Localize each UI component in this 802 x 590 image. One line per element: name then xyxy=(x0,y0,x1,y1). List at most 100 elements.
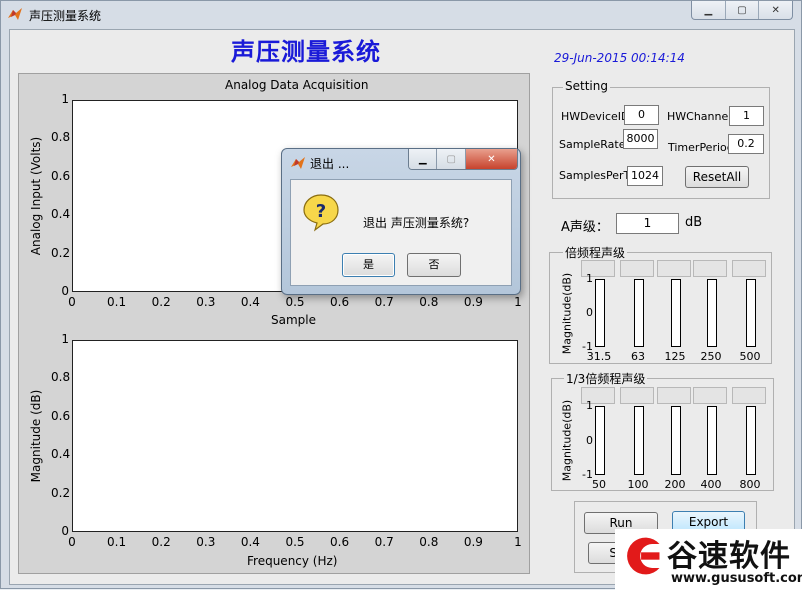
octave-meter-bar xyxy=(746,279,756,347)
dialog-minimize-button[interactable]: ▁ xyxy=(409,149,438,169)
exit-dialog: 退出 ... ▁ ▢ ✕ ? 退出 声压测量系统? 是 否 xyxy=(281,148,521,295)
plot2-ylabel: Magnitude (dB) xyxy=(29,389,43,483)
plot1-xtick: 0.3 xyxy=(196,295,216,309)
plot1-xtick: 1 xyxy=(514,295,522,309)
third_octave-meter-bar xyxy=(671,406,681,475)
maximize-button[interactable]: ▢ xyxy=(726,1,760,19)
plot1-xtick: 0.2 xyxy=(151,295,171,309)
title-bar[interactable]: 声压测量系统 ▁ ▢ ✕ xyxy=(1,1,801,29)
octave-level-box xyxy=(732,260,766,277)
octave-ytick: 0 xyxy=(586,306,593,319)
hw-device-field[interactable]: 0 xyxy=(624,105,659,125)
plot2-ytick: 0.6 xyxy=(51,408,71,423)
plot1-xtick: 0.9 xyxy=(463,295,483,309)
octave-meter-bar xyxy=(634,279,644,347)
datetime-label: 29-Jun-2015 00:14:14 xyxy=(554,51,685,65)
plot1-xtick: 0.7 xyxy=(374,295,394,309)
plot1-ytick: 1 xyxy=(61,92,69,106)
third_octave-ytick: 1 xyxy=(586,399,593,412)
a-level-label: A声级： xyxy=(561,220,609,235)
third_octave-band-label: 100 xyxy=(627,478,649,491)
plot1-xlabel: Sample xyxy=(271,313,316,327)
dialog-close-button[interactable]: ✕ xyxy=(465,149,517,169)
setting-title: Setting xyxy=(563,79,610,93)
plot1-ytick: 0.6 xyxy=(51,168,71,183)
close-icon: ✕ xyxy=(487,153,496,165)
third_octave-level-box xyxy=(657,387,691,404)
third_octave-meter-bar xyxy=(707,406,717,475)
plot1-ytick: 0.2 xyxy=(51,245,71,260)
plot2-xtick: 0.4 xyxy=(240,535,260,549)
third_octave-ytick: 0 xyxy=(586,433,593,447)
reset-all-button[interactable]: ResetAll xyxy=(685,166,749,188)
octave-band-label: 500 xyxy=(739,350,761,363)
octave-band-label: 125 xyxy=(664,350,686,363)
plot2-ytick: 0.8 xyxy=(51,370,71,385)
hw-channel-label: HWChannel xyxy=(667,110,732,123)
watermark-logo-text: 谷速软件 xyxy=(667,539,791,574)
dialog-yes-button[interactable]: 是 xyxy=(342,253,395,277)
samples-per-t-field[interactable]: 1024 xyxy=(627,166,663,186)
watermark-url: www.gususoft.com xyxy=(671,571,802,586)
minimize-icon: ▁ xyxy=(418,153,427,165)
third_octave-band-label: 800 xyxy=(739,478,761,491)
octave-meter-bar xyxy=(671,279,681,347)
question-icon: ? xyxy=(303,194,339,232)
plot1-ytick: 0.8 xyxy=(51,130,71,145)
close-icon: ✕ xyxy=(771,4,780,16)
third_octave-band-label: 400 xyxy=(700,478,722,491)
third_octave-meter-bar xyxy=(746,406,756,475)
third_octave-level-box xyxy=(693,387,727,404)
octave-level-box xyxy=(620,260,654,277)
plot2-xtick: 0.5 xyxy=(285,535,305,549)
minimize-icon: ▁ xyxy=(704,4,713,16)
sample-rate-field[interactable]: 8000 xyxy=(623,129,658,149)
a-level-field[interactable]: 1 xyxy=(616,213,679,234)
window-title: 声压测量系统 xyxy=(29,9,102,23)
third-octave-ylabel: Magnitude(dB) xyxy=(560,399,574,482)
dialog-no-button[interactable]: 否 xyxy=(407,253,461,277)
matlab-icon xyxy=(8,8,22,20)
third_octave-meter-bar xyxy=(595,406,605,475)
plot2-xtick: 0.2 xyxy=(151,535,171,549)
plot2-ytick: 0.4 xyxy=(51,447,71,462)
minimize-button[interactable]: ▁ xyxy=(692,1,726,19)
plot1-xtick: 0.5 xyxy=(285,295,305,309)
plot1-xtick: 0.4 xyxy=(240,295,260,309)
octave-title: 倍频程声级 xyxy=(563,244,628,261)
dialog-maximize-button[interactable]: ▢ xyxy=(437,149,466,169)
plot2-xlabel: Frequency (Hz) xyxy=(247,554,338,568)
third-octave-title: 1/3倍频程声级 xyxy=(564,370,648,387)
maximize-icon: ▢ xyxy=(446,153,456,165)
plot1-ytick: 0.4 xyxy=(51,207,71,222)
plot2-xtick: 1 xyxy=(514,535,522,549)
close-button[interactable]: ✕ xyxy=(759,1,792,19)
octave-ytick: 1 xyxy=(586,272,593,285)
dialog-title: 退出 ... xyxy=(310,157,350,171)
third_octave-band-label: 200 xyxy=(664,478,686,491)
plot1-xtick: 0.8 xyxy=(419,295,439,309)
plot2-xtick: 0 xyxy=(68,535,76,549)
plot2-xtick: 0.7 xyxy=(374,535,394,549)
octave-band-label: 63 xyxy=(631,350,645,363)
svg-text:?: ? xyxy=(316,201,326,222)
third_octave-ytick: -1 xyxy=(582,468,593,481)
plot1-xtick: 0.1 xyxy=(107,295,127,309)
third_octave-meter-bar xyxy=(634,406,644,475)
dialog-matlab-icon xyxy=(291,157,305,169)
sample-rate-label: SampleRate xyxy=(559,138,626,151)
plot1-title: Analog Data Acquisition xyxy=(225,78,369,92)
plot2-xtick: 0.8 xyxy=(419,535,439,549)
timer-period-label: TimerPeriod xyxy=(668,141,734,154)
plot2-axes[interactable] xyxy=(72,340,518,532)
plot2-xtick: 0.3 xyxy=(196,535,216,549)
timer-period-field[interactable]: 0.2 xyxy=(728,134,764,154)
plot2-ytick: 0.2 xyxy=(51,485,71,500)
plot1-xtick: 0.6 xyxy=(330,295,350,309)
watermark: 谷速软件 www.gususoft.com xyxy=(615,529,802,590)
octave-level-box xyxy=(657,260,691,277)
third_octave-level-box xyxy=(732,387,766,404)
watermark-logo-icon xyxy=(627,537,660,575)
a-level-unit: dB xyxy=(685,215,703,230)
hw-channel-field[interactable]: 1 xyxy=(729,106,764,126)
